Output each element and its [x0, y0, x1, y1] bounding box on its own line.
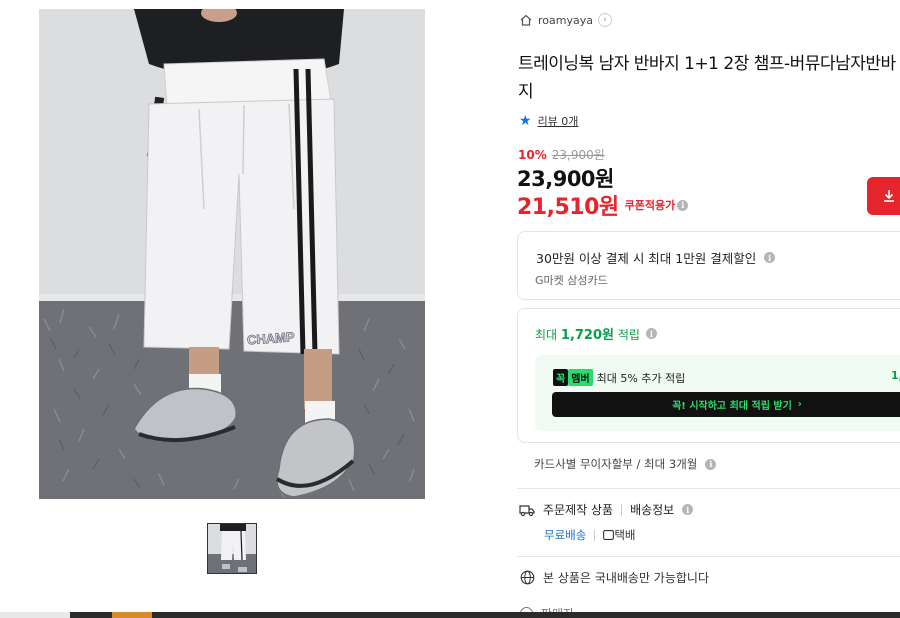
coupon-price: 21,510원 [517, 195, 619, 220]
info-icon[interactable]: i [645, 328, 657, 339]
review-count-link[interactable]: 리뷰 0개 [538, 113, 579, 129]
divider [517, 556, 900, 557]
domestic-notice-text: 본 상품은 국내배송만 가능합니다 [543, 571, 710, 585]
discount-row: 10% 23,900원 [518, 146, 605, 163]
free-shipping-label: 무료배송 [544, 528, 587, 542]
coupon-download-button[interactable] [867, 177, 900, 215]
original-price: 23,900원 [551, 148, 605, 162]
info-icon[interactable]: i [764, 252, 776, 263]
membership-cta-label: 꼭! 시작하고 최대 적립 받기 [672, 401, 792, 412]
card-name: G마켓 삼성카드 [535, 274, 608, 287]
box-icon [603, 530, 615, 540]
info-icon[interactable]: i [682, 504, 694, 515]
separator [621, 503, 623, 516]
custom-made-label: 주문제작 상품 [543, 503, 614, 517]
coupon-label-text: 쿠폰적용가 [624, 199, 676, 212]
points-amount: 1,720원 [560, 328, 614, 343]
coupon-price-row: 21,510원 쿠폰적용가 i [517, 189, 689, 221]
info-icon[interactable]: i [677, 199, 689, 211]
separator [594, 529, 596, 541]
chevron-right-icon: › [797, 399, 802, 410]
download-icon [884, 190, 894, 202]
membership-amount: 1, [891, 369, 900, 382]
discount-percent: 10% [518, 148, 547, 162]
points-suffix: 적립 [614, 328, 640, 342]
installment-text: 카드사별 무이자할부 / 최대 3개월 [534, 457, 698, 471]
truck-icon [519, 504, 535, 516]
courier-type: 택배 [603, 527, 636, 543]
points-box: 최대 1,720원 적립 i 꼭 멤버 최대 5% 추가 적립 1, 꼭! 시작… [517, 308, 900, 443]
product-thumbnail[interactable] [207, 523, 257, 574]
info-icon[interactable]: i [705, 458, 717, 470]
membership-badge-prefix: 꼭 [553, 369, 569, 386]
membership-badge: 멤버 [568, 369, 593, 386]
star-icon: ★ [519, 113, 532, 129]
taskbar-active-item[interactable] [112, 612, 152, 618]
product-main-image: CHAMP [39, 9, 425, 499]
membership-panel: 꼭 멤버 최대 5% 추가 적립 1, 꼭! 시작하고 최대 적립 받기 › [535, 355, 900, 431]
product-title: 트레이닝복 남자 반바지 1+1 2장 챔프-버뮤다남자반바지 [518, 54, 896, 102]
coupon-label[interactable]: 쿠폰적용가 i [625, 197, 689, 213]
home-icon [520, 14, 532, 26]
card-discount-title: 30만원 이상 결제 시 최대 1만원 결제할인 [536, 251, 757, 266]
chevron-right-icon: › [597, 13, 612, 27]
membership-text: 최대 5% 추가 적립 [596, 371, 686, 385]
shipping-info-link[interactable]: 배송정보 [630, 501, 674, 518]
points-summary: 최대 1,720원 적립 [535, 324, 640, 343]
review-summary[interactable]: ★ 리뷰 0개 [519, 113, 578, 129]
membership-cta-button[interactable]: 꼭! 시작하고 최대 적립 받기 › [552, 392, 900, 417]
globe-icon [520, 570, 535, 585]
seller-name: roamyaya [538, 13, 593, 27]
seller-link[interactable]: roamyaya › [519, 11, 612, 29]
divider [517, 488, 900, 489]
taskbar [0, 612, 900, 618]
taskbar-item[interactable] [0, 612, 70, 618]
installment-info: 카드사별 무이자할부 / 최대 3개월 i [534, 456, 717, 472]
card-discount-box: 30만원 이상 결제 시 최대 1만원 결제할인 i G마켓 삼성카드 [517, 231, 900, 300]
points-prefix: 최대 [535, 328, 561, 342]
domestic-notice: 본 상품은 국내배송만 가능합니다 [520, 569, 709, 586]
courier-label: 택배 [614, 528, 636, 542]
shipping-section: 주문제작 상품 배송정보 i 무료배송 택배 [519, 501, 694, 543]
